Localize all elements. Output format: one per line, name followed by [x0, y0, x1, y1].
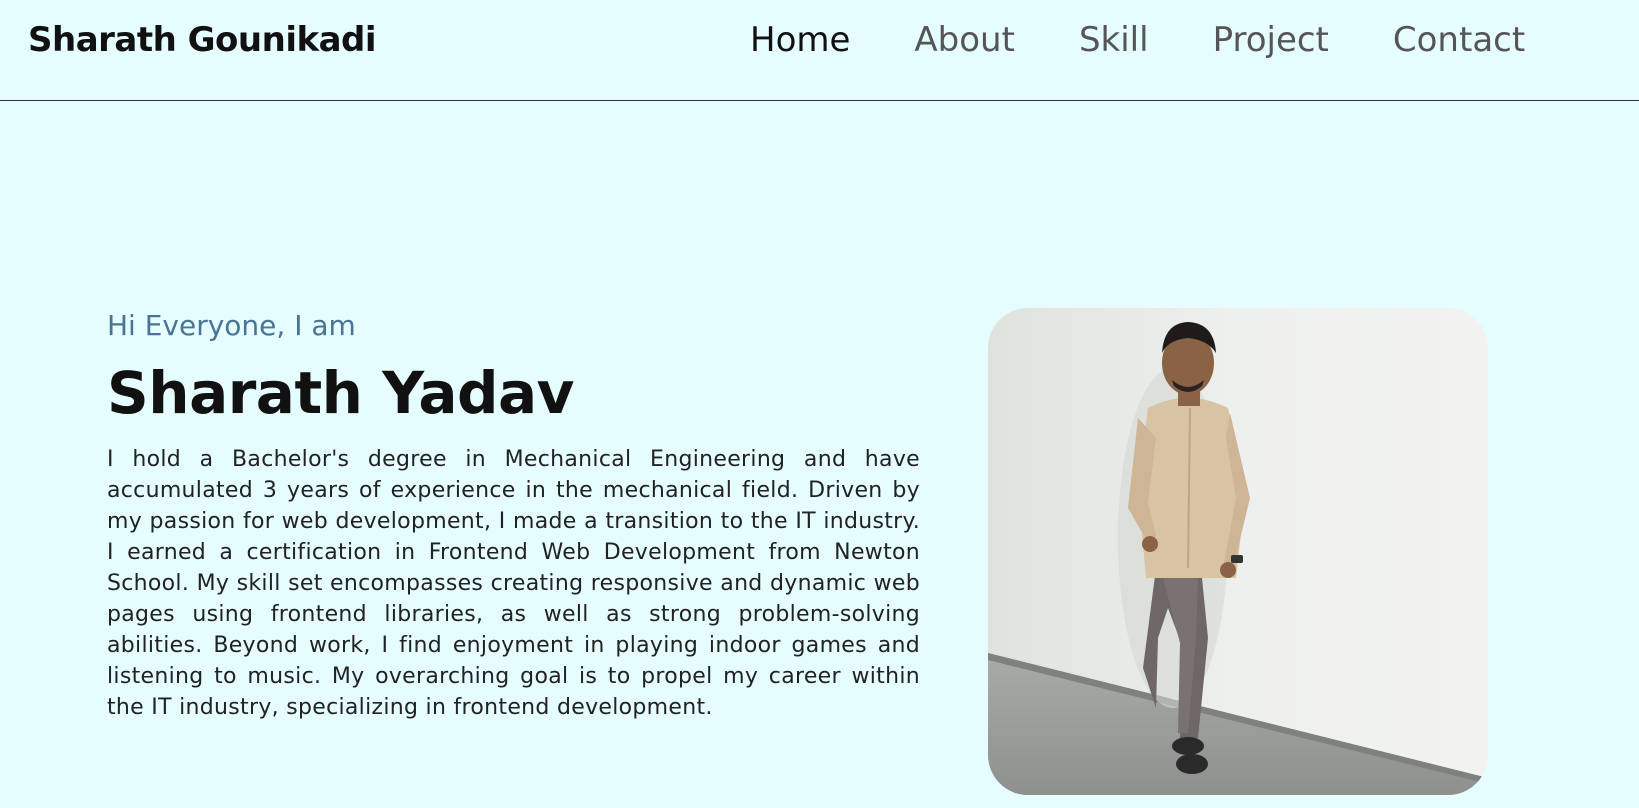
hero-name: Sharath Yadav — [107, 359, 574, 427]
nav-project-link[interactable]: Project — [1213, 20, 1329, 60]
brand-logo-text[interactable]: Sharath Gounikadi — [28, 20, 377, 60]
navbar: Sharath Gounikadi Home About Skill Proje… — [0, 0, 1639, 101]
nav-links: Home About Skill Project Contact — [750, 20, 1525, 60]
profile-photo-illustration — [988, 308, 1488, 795]
hero-greeting: Hi Everyone, I am — [107, 309, 356, 342]
nav-contact-link[interactable]: Contact — [1393, 20, 1525, 60]
hero-bio: I hold a Bachelor's degree in Mechanical… — [107, 447, 920, 720]
nav-skill-link[interactable]: Skill — [1079, 20, 1149, 60]
nav-home-link[interactable]: Home — [750, 20, 850, 60]
nav-about-link[interactable]: About — [914, 20, 1015, 60]
profile-photo — [988, 308, 1488, 795]
hero-intro: Hi Everyone, I am Sharath Yadav I hold a… — [107, 306, 920, 723]
